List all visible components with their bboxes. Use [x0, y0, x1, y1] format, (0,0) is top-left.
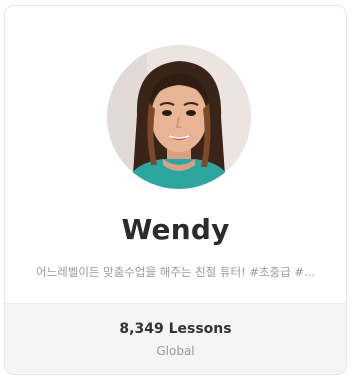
tutor-stats-footer: 8,349 Lessons Global — [5, 303, 346, 374]
tutor-avatar — [107, 45, 251, 189]
tutor-photo — [107, 45, 251, 189]
tutor-name: Wendy — [121, 213, 230, 246]
tutor-region: Global — [156, 344, 195, 358]
tutor-card[interactable]: Wendy 어느레벨이든 맞춤수업을 해주는 친절 튜터! #초중급 #... … — [4, 5, 347, 375]
lesson-count: 8,349 Lessons — [119, 321, 232, 337]
tutor-tagline: 어느레벨이든 맞춤수업을 해주는 친절 튜터! #초중급 #... — [36, 265, 315, 279]
